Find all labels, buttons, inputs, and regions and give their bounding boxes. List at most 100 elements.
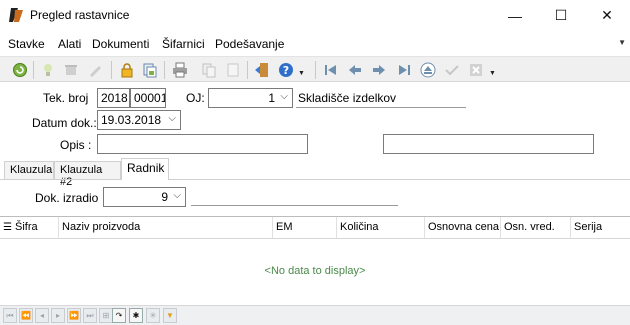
grid-header: ☰ Šifra Naziv proizvoda EM Količina Osno… bbox=[0, 217, 630, 239]
minimize-button[interactable]: — bbox=[492, 0, 538, 31]
dok-izradio-label: Dok. izradio bbox=[35, 191, 99, 205]
first-record-button[interactable] bbox=[322, 61, 340, 79]
print-button[interactable] bbox=[171, 61, 189, 79]
menu-sifarnici[interactable]: Šifarnici bbox=[162, 37, 205, 51]
eject-icon bbox=[420, 62, 436, 78]
menu-alati[interactable]: Alati bbox=[58, 37, 81, 51]
opis-label: Opis : bbox=[60, 138, 92, 152]
datum-value: 19.03.2018 bbox=[101, 113, 162, 127]
nav-next-page-icon[interactable]: ⏩ bbox=[67, 308, 81, 323]
dok-izradio-combo[interactable]: 9 ⌵ bbox=[103, 187, 186, 207]
menu-stavke[interactable]: Stavke bbox=[8, 37, 45, 51]
nav-first-icon[interactable]: ⏮ bbox=[3, 308, 17, 323]
datum-picker[interactable]: 19.03.2018 ⌵ bbox=[97, 110, 181, 130]
column-serija[interactable]: Serija bbox=[570, 217, 630, 239]
tab-klauzula-2[interactable]: Klauzula #2 bbox=[54, 161, 121, 188]
lock-icon bbox=[121, 63, 133, 78]
nav-refresh-icon[interactable]: ↷ bbox=[112, 308, 126, 323]
lock-button[interactable] bbox=[118, 61, 136, 79]
dok-izradio-name bbox=[191, 186, 398, 206]
oj-combo[interactable]: 1 ⌵ bbox=[208, 88, 293, 108]
nav-next-icon[interactable]: ▸ bbox=[51, 308, 65, 323]
new-item-button[interactable] bbox=[39, 61, 57, 79]
help-dropdown-icon[interactable]: ▼ bbox=[298, 70, 305, 77]
chevron-down-icon[interactable]: ⌵ bbox=[280, 91, 288, 102]
column-osnovna-cena[interactable]: Osnovna cena bbox=[424, 217, 500, 239]
paste-button[interactable] bbox=[224, 61, 242, 79]
oj-label: OJ: bbox=[186, 91, 205, 105]
close-icon: ✕ bbox=[601, 7, 613, 23]
exit-door-icon bbox=[255, 63, 268, 77]
confirm-button[interactable] bbox=[443, 61, 461, 79]
menu-overflow-icon[interactable]: ▼ bbox=[618, 38, 626, 47]
menu-podesavanje[interactable]: Podešavanje bbox=[215, 37, 284, 51]
last-record-button[interactable] bbox=[395, 61, 413, 79]
menu-dokumenti[interactable]: Dokumenti bbox=[92, 37, 149, 51]
chevron-down-icon[interactable]: ⌵ bbox=[173, 190, 181, 201]
nav-asterisk-icon[interactable]: ✱ bbox=[129, 308, 143, 323]
help-button[interactable]: ? bbox=[277, 61, 295, 79]
toolbar-dropdown-icon[interactable]: ▼ bbox=[489, 70, 496, 77]
filter-icon[interactable]: ▼ bbox=[163, 308, 177, 323]
nav-cancel-icon[interactable]: ✳ bbox=[146, 308, 160, 323]
documents-icon bbox=[143, 63, 157, 78]
svg-text:?: ? bbox=[283, 64, 289, 77]
nav-prev-icon[interactable]: ◂ bbox=[35, 308, 49, 323]
column-em[interactable]: EM bbox=[272, 217, 336, 239]
page-icon bbox=[227, 63, 239, 77]
column-naziv-proizvoda[interactable]: Naziv proizvoda bbox=[58, 217, 272, 239]
no-data-message: <No data to display> bbox=[264, 265, 366, 277]
cancel-button[interactable] bbox=[467, 61, 485, 79]
first-icon bbox=[325, 65, 336, 75]
tab-strip: Klauzula Klauzula #2 Radnik bbox=[0, 158, 630, 188]
refresh-icon bbox=[13, 63, 27, 77]
copy-button[interactable] bbox=[200, 61, 218, 79]
column-osn-vred[interactable]: Osn. vred. bbox=[500, 217, 570, 239]
maximize-icon: ☐ bbox=[554, 7, 568, 23]
close-button[interactable]: ✕ bbox=[584, 0, 630, 31]
copy-icon bbox=[202, 63, 216, 78]
menu-bar: Stavke Alati Dokumenti Šifarnici Podešav… bbox=[0, 34, 630, 54]
help-icon: ? bbox=[279, 63, 293, 77]
tek-broj-label: Tek. broj bbox=[43, 91, 89, 105]
minimize-icon: — bbox=[508, 7, 522, 24]
exit-button[interactable] bbox=[253, 61, 271, 79]
datum-label: Datum dok.: bbox=[32, 116, 97, 130]
nav-prev-page-icon[interactable]: ⏪ bbox=[19, 308, 33, 323]
title-bar: Pregled rastavnice — ☐ ✕ bbox=[0, 0, 630, 31]
oj-name-text: Skladišče izdelkov bbox=[296, 88, 466, 108]
eject-button[interactable] bbox=[419, 61, 437, 79]
tab-radnik[interactable]: Radnik bbox=[121, 158, 169, 180]
window-title: Pregled rastavnice bbox=[30, 8, 130, 22]
opis-extra-field[interactable] bbox=[383, 134, 594, 154]
tek-broj-number-field[interactable]: 00001 bbox=[130, 88, 166, 108]
dok-izradio-value: 9 bbox=[161, 190, 168, 204]
delete-icon bbox=[65, 65, 77, 75]
oj-value: 1 bbox=[268, 91, 275, 105]
nav-append-icon[interactable]: ⊞ bbox=[99, 308, 113, 323]
opis-field[interactable] bbox=[97, 134, 308, 154]
delete-button[interactable] bbox=[62, 61, 80, 79]
tab-klauzula[interactable]: Klauzula bbox=[4, 161, 54, 179]
last-icon bbox=[399, 65, 410, 75]
column-kolicina[interactable]: Količina bbox=[336, 217, 424, 239]
next-record-button[interactable] bbox=[370, 61, 388, 79]
toolbar: ? ▼ ▼ bbox=[0, 56, 630, 82]
column-sifra[interactable]: Šifra bbox=[12, 217, 58, 239]
maximize-button[interactable]: ☐ bbox=[538, 0, 584, 31]
chevron-down-icon[interactable]: ⌵ bbox=[168, 113, 176, 124]
arrow-left-icon bbox=[349, 65, 361, 75]
items-grid[interactable]: ☰ Šifra Naziv proizvoda EM Količina Osno… bbox=[0, 216, 630, 305]
tek-broj-year-field[interactable]: 2018 bbox=[97, 88, 130, 108]
column-chooser-icon[interactable]: ☰ bbox=[3, 222, 12, 233]
documents-button[interactable] bbox=[141, 61, 159, 79]
previous-record-button[interactable] bbox=[346, 61, 364, 79]
lightbulb-icon bbox=[44, 64, 52, 76]
data-navigator: ⏮ ⏪ ◂ ▸ ⏩ ⏭ ⊞ ↷ ✱ ✳ ▼ bbox=[0, 305, 630, 325]
refresh-button[interactable] bbox=[11, 61, 29, 79]
app-logo-icon bbox=[9, 8, 23, 22]
printer-icon bbox=[173, 62, 187, 78]
nav-last-icon[interactable]: ⏭ bbox=[83, 308, 97, 323]
pencil-icon bbox=[90, 66, 101, 77]
edit-button[interactable] bbox=[86, 61, 104, 79]
